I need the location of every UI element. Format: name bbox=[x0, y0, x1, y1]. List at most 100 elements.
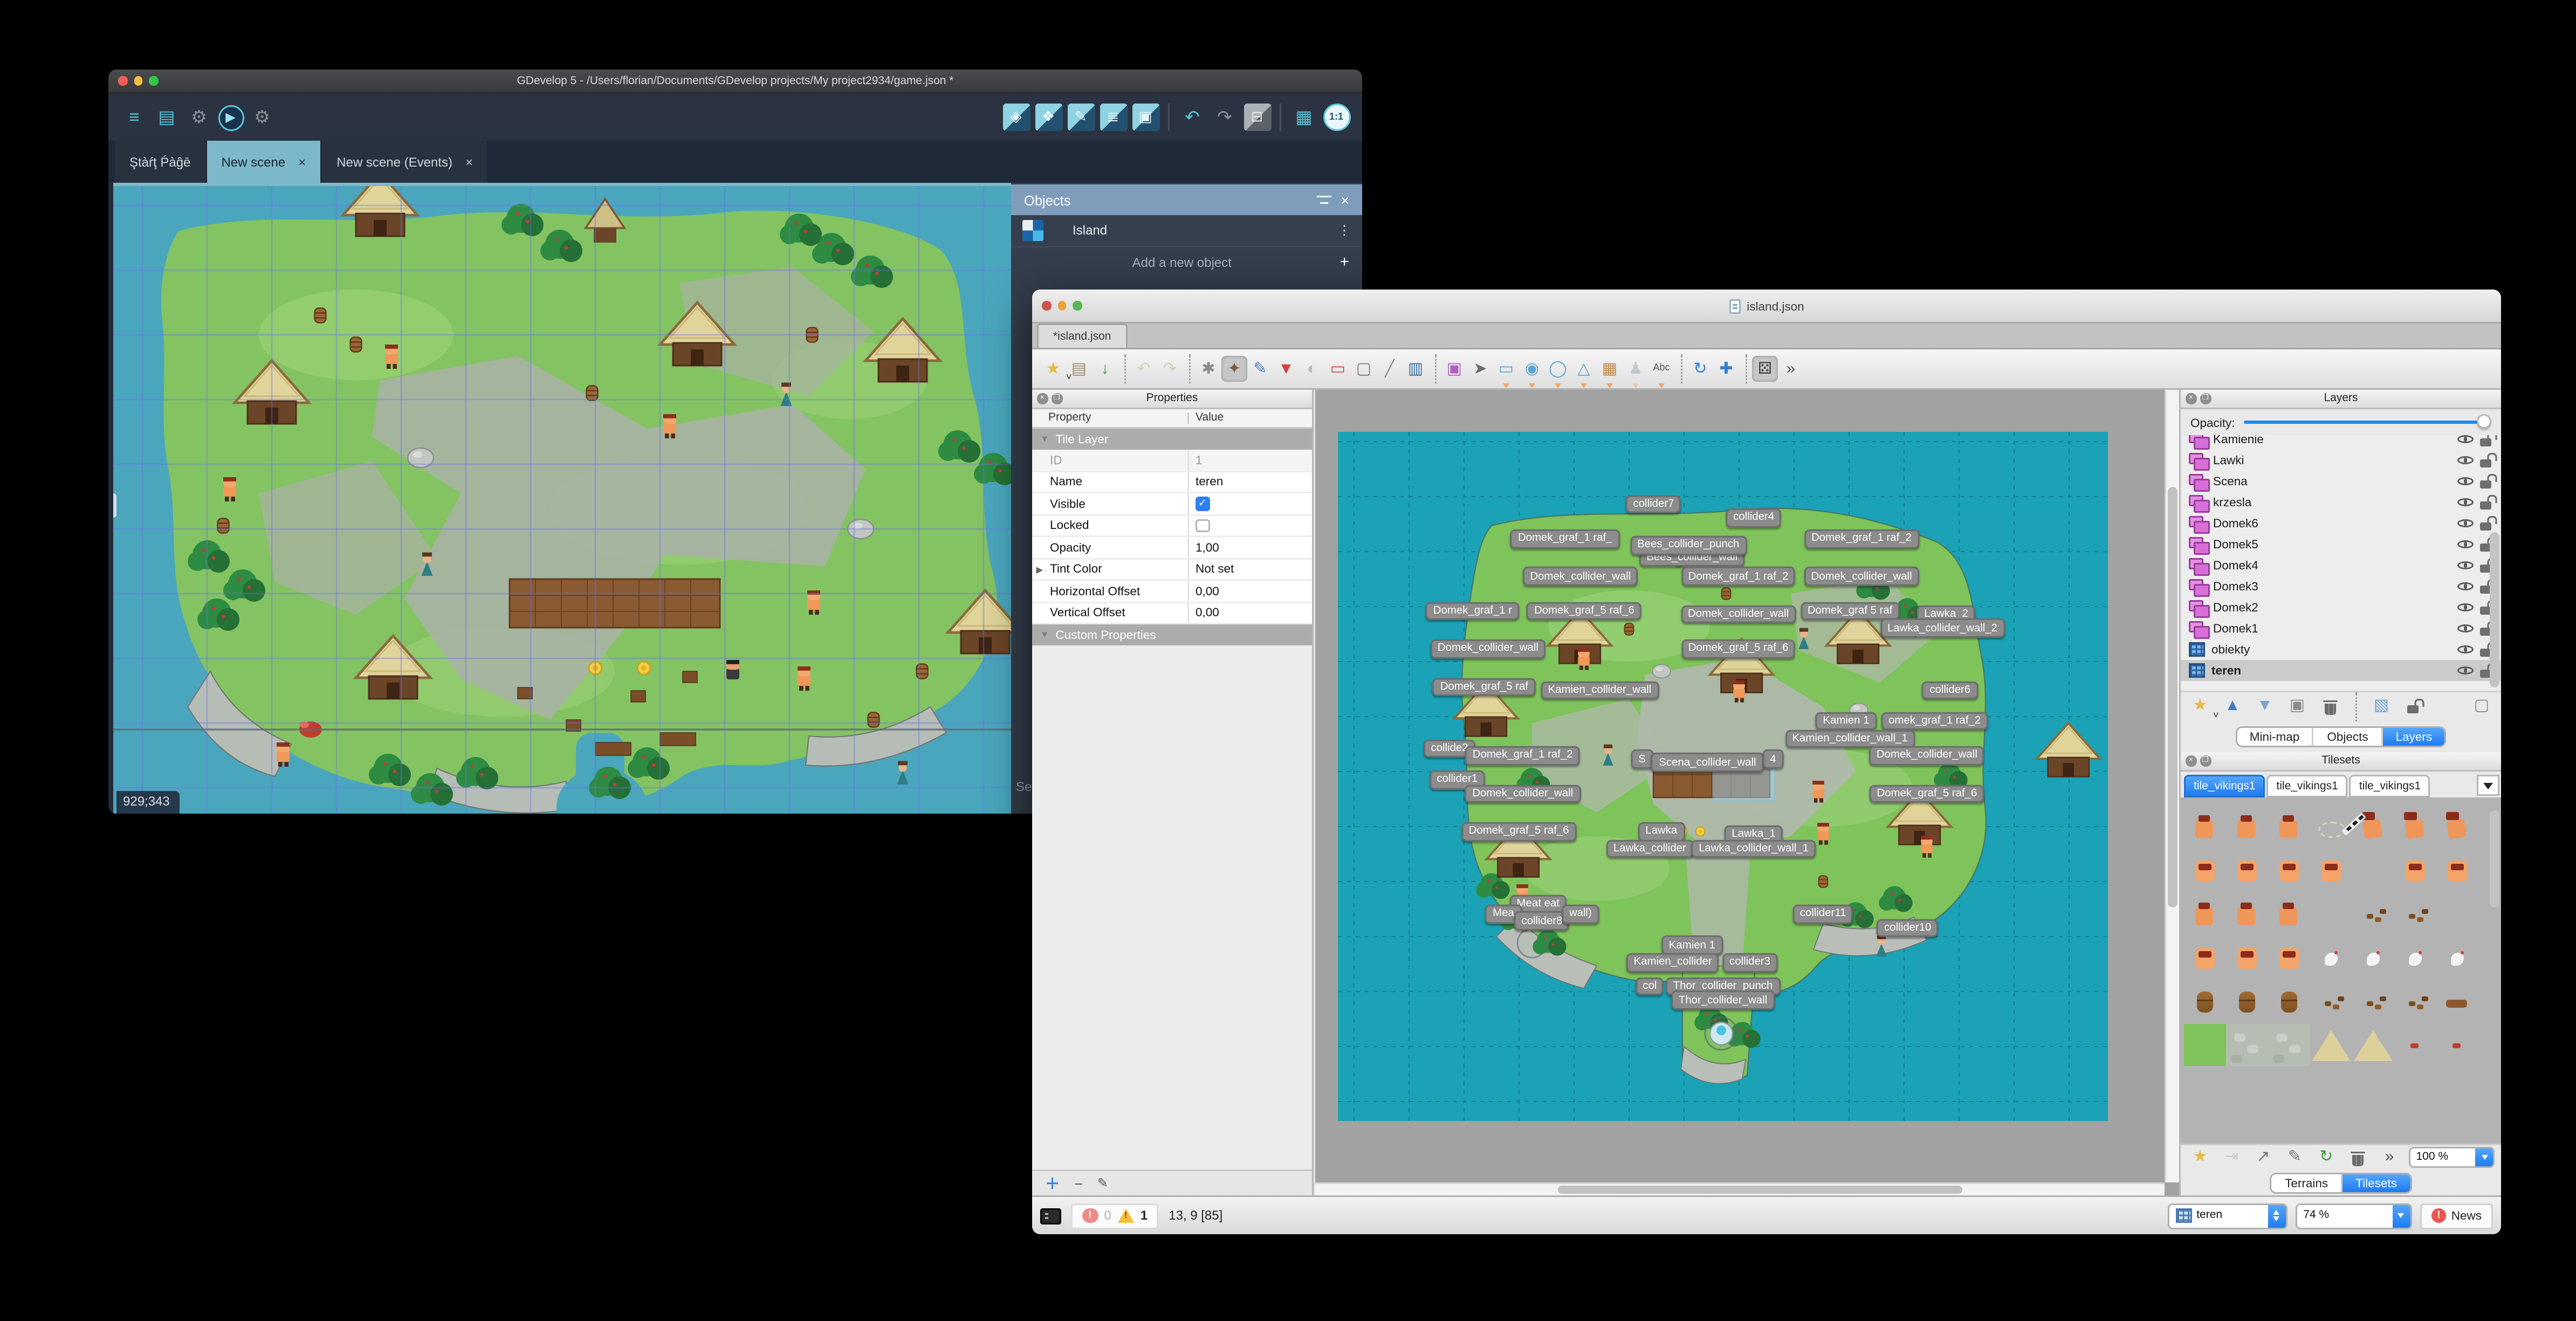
property-value[interactable]: 1,00 bbox=[1187, 537, 1312, 558]
stamp-variations-icon[interactable]: ✱˅ bbox=[1196, 356, 1227, 384]
layer-row-domek4[interactable]: Domek4 bbox=[2181, 555, 2501, 576]
reload-tileset-icon[interactable]: ↻ bbox=[2313, 1145, 2339, 1171]
checkbox-unchecked[interactable] bbox=[1196, 518, 1210, 532]
lock-icon[interactable] bbox=[2480, 473, 2493, 489]
remove-property-icon[interactable]: − bbox=[1074, 1175, 1083, 1192]
property-value[interactable]: 0,00 bbox=[1187, 602, 1312, 623]
visibility-eye-icon[interactable] bbox=[2457, 600, 2474, 615]
rotate-icon[interactable]: ↻ bbox=[1687, 356, 1713, 382]
lock-layer-icon[interactable] bbox=[2401, 693, 2427, 719]
embed-tileset-icon[interactable]: ⇥ bbox=[2219, 1145, 2245, 1171]
undo-icon[interactable]: ↶ bbox=[1179, 104, 1206, 131]
terrain-brush-icon[interactable]: ✎ bbox=[1247, 356, 1273, 382]
shape-fill-icon[interactable]: ◐ bbox=[1299, 356, 1325, 382]
search-objects-partial[interactable]: Se bbox=[1016, 780, 1032, 794]
edit-tileset-icon[interactable]: ✎ bbox=[2282, 1145, 2308, 1171]
tileset-cell[interactable] bbox=[2436, 891, 2478, 935]
tab-new-scene[interactable]: New scene × bbox=[207, 141, 321, 183]
tileset-cell[interactable] bbox=[2310, 1022, 2352, 1066]
project-manager-icon[interactable]: ≡ bbox=[121, 104, 148, 131]
tileset-cell[interactable] bbox=[2268, 979, 2310, 1022]
current-layer-select[interactable]: teren bbox=[2167, 1202, 2288, 1229]
visibility-eye-icon[interactable] bbox=[2457, 642, 2474, 657]
insert-rectangle-icon[interactable]: ▭ bbox=[1493, 356, 1519, 388]
minimize-window-icon[interactable] bbox=[1057, 301, 1066, 311]
lock-icon[interactable] bbox=[2480, 515, 2493, 531]
tileset-cell[interactable] bbox=[2184, 848, 2226, 891]
stamp-brush-icon[interactable]: ✦ bbox=[1221, 356, 1247, 382]
export-tileset-icon[interactable]: ↗ bbox=[2250, 1145, 2276, 1171]
property-value[interactable]: teren bbox=[1187, 471, 1312, 492]
redo-icon[interactable]: ↷ bbox=[1211, 104, 1239, 131]
object-groups-icon[interactable]: ❖ bbox=[1034, 104, 1062, 131]
tileset-cell[interactable] bbox=[2394, 804, 2436, 848]
scene-canvas[interactable]: 929;343 bbox=[113, 183, 1011, 814]
layer-row-domek6[interactable]: Domek6 bbox=[2181, 513, 2501, 534]
document-tab[interactable]: *island.json bbox=[1037, 324, 1128, 348]
add-property-icon[interactable]: ＋ bbox=[1045, 1173, 1060, 1194]
tileset-cell[interactable] bbox=[2184, 804, 2226, 848]
tileset-cell[interactable] bbox=[2436, 804, 2478, 848]
remove-layer-icon[interactable] bbox=[2317, 693, 2343, 719]
property-value[interactable]: Not set bbox=[1187, 559, 1312, 579]
tileset-cell[interactable] bbox=[2352, 935, 2394, 979]
panel-float-icon[interactable]: ❒ bbox=[2200, 394, 2211, 404]
property-row-visible[interactable]: Visible ✓ bbox=[1032, 493, 1312, 515]
layer-row-domek2[interactable]: Domek2 bbox=[2181, 597, 2501, 618]
edit-polygons-icon[interactable]: ➤ bbox=[1467, 356, 1493, 382]
tileset-cell[interactable] bbox=[2226, 848, 2268, 891]
edit-property-icon[interactable]: ✎ bbox=[1097, 1176, 1108, 1191]
edit-properties-icon[interactable]: ✎ bbox=[1067, 104, 1095, 131]
instances-list-icon[interactable]: ≣ bbox=[1099, 104, 1127, 131]
tileset-tabs-chevron-icon[interactable] bbox=[2477, 775, 2499, 796]
property-row-name[interactable]: Name teren bbox=[1032, 471, 1312, 493]
insert-polygon-icon[interactable]: △ bbox=[1571, 356, 1597, 388]
property-value[interactable]: 0,00 bbox=[1187, 581, 1312, 601]
insert-template-icon[interactable]: ♟ bbox=[1623, 356, 1648, 388]
panel-close-icon[interactable]: × bbox=[2186, 756, 2196, 767]
select-objects-icon[interactable]: ▣ bbox=[1441, 356, 1467, 382]
zoom-window-icon[interactable] bbox=[1073, 301, 1082, 311]
issues-badge[interactable]: ! 0 ! 1 bbox=[1071, 1202, 1159, 1229]
tileset-cell[interactable] bbox=[2268, 935, 2310, 979]
zoom-window-icon[interactable] bbox=[149, 76, 158, 86]
news-button[interactable]: ! News bbox=[2420, 1202, 2493, 1229]
opacity-slider[interactable] bbox=[2243, 414, 2491, 430]
tileset-cell[interactable] bbox=[2352, 891, 2394, 935]
preview-settings-icon[interactable]: ⚙ bbox=[249, 104, 276, 131]
close-window-icon[interactable] bbox=[1042, 301, 1051, 311]
tab-t[interactable]: Ştàŕţ Ṕàĝē bbox=[115, 141, 205, 183]
canvas-scroll-handle[interactable] bbox=[113, 493, 116, 518]
tileset-cell[interactable] bbox=[2394, 848, 2436, 891]
tileset-cell[interactable] bbox=[2226, 891, 2268, 935]
remove-tileset-icon[interactable] bbox=[2345, 1145, 2371, 1171]
tileset-cell[interactable] bbox=[2310, 804, 2352, 848]
tileset-cell[interactable] bbox=[2184, 979, 2226, 1022]
tileset-cell[interactable] bbox=[2268, 1022, 2310, 1066]
property-value[interactable]: ✓ bbox=[1187, 493, 1312, 514]
tileset-cell[interactable] bbox=[2352, 848, 2394, 891]
property-row-id[interactable]: ID 1 bbox=[1032, 450, 1312, 472]
insert-tile-icon[interactable]: ▦ bbox=[1597, 356, 1623, 388]
layer-row-domek3[interactable]: Domek3 bbox=[2181, 576, 2501, 597]
lock-icon[interactable] bbox=[2480, 452, 2493, 468]
tileset-cell[interactable] bbox=[2436, 848, 2478, 891]
minimize-window-icon[interactable] bbox=[133, 76, 142, 86]
layers-icon[interactable]: ▣ bbox=[1131, 104, 1159, 131]
tileset-cell[interactable] bbox=[2394, 935, 2436, 979]
tileset-cell[interactable] bbox=[2436, 979, 2478, 1022]
close-icon[interactable]: × bbox=[1341, 192, 1349, 208]
open-file-icon[interactable]: ▤ bbox=[1066, 356, 1092, 382]
map-canvas[interactable]: collider7 collider4 Domek_graf_1 raf_ Bees_… bbox=[1315, 390, 2179, 1195]
layer-stepper[interactable] bbox=[2268, 1204, 2286, 1227]
raise-layer-icon[interactable]: ▲ bbox=[2220, 693, 2245, 719]
tileset-cell[interactable] bbox=[2352, 979, 2394, 1022]
tileset-tab-tile-vikings1-2[interactable]: tile_vikings1 bbox=[2349, 775, 2431, 797]
tileset-cell[interactable] bbox=[2352, 1022, 2394, 1066]
tileset-cell[interactable] bbox=[2268, 848, 2310, 891]
select-area-icon[interactable]: ▢ bbox=[2469, 693, 2495, 719]
insert-point-icon[interactable]: ◉ bbox=[1519, 356, 1545, 388]
tileset-grid[interactable] bbox=[2181, 797, 2501, 1144]
tileset-cell[interactable] bbox=[2268, 804, 2310, 848]
console-icon[interactable] bbox=[1040, 1207, 1061, 1224]
